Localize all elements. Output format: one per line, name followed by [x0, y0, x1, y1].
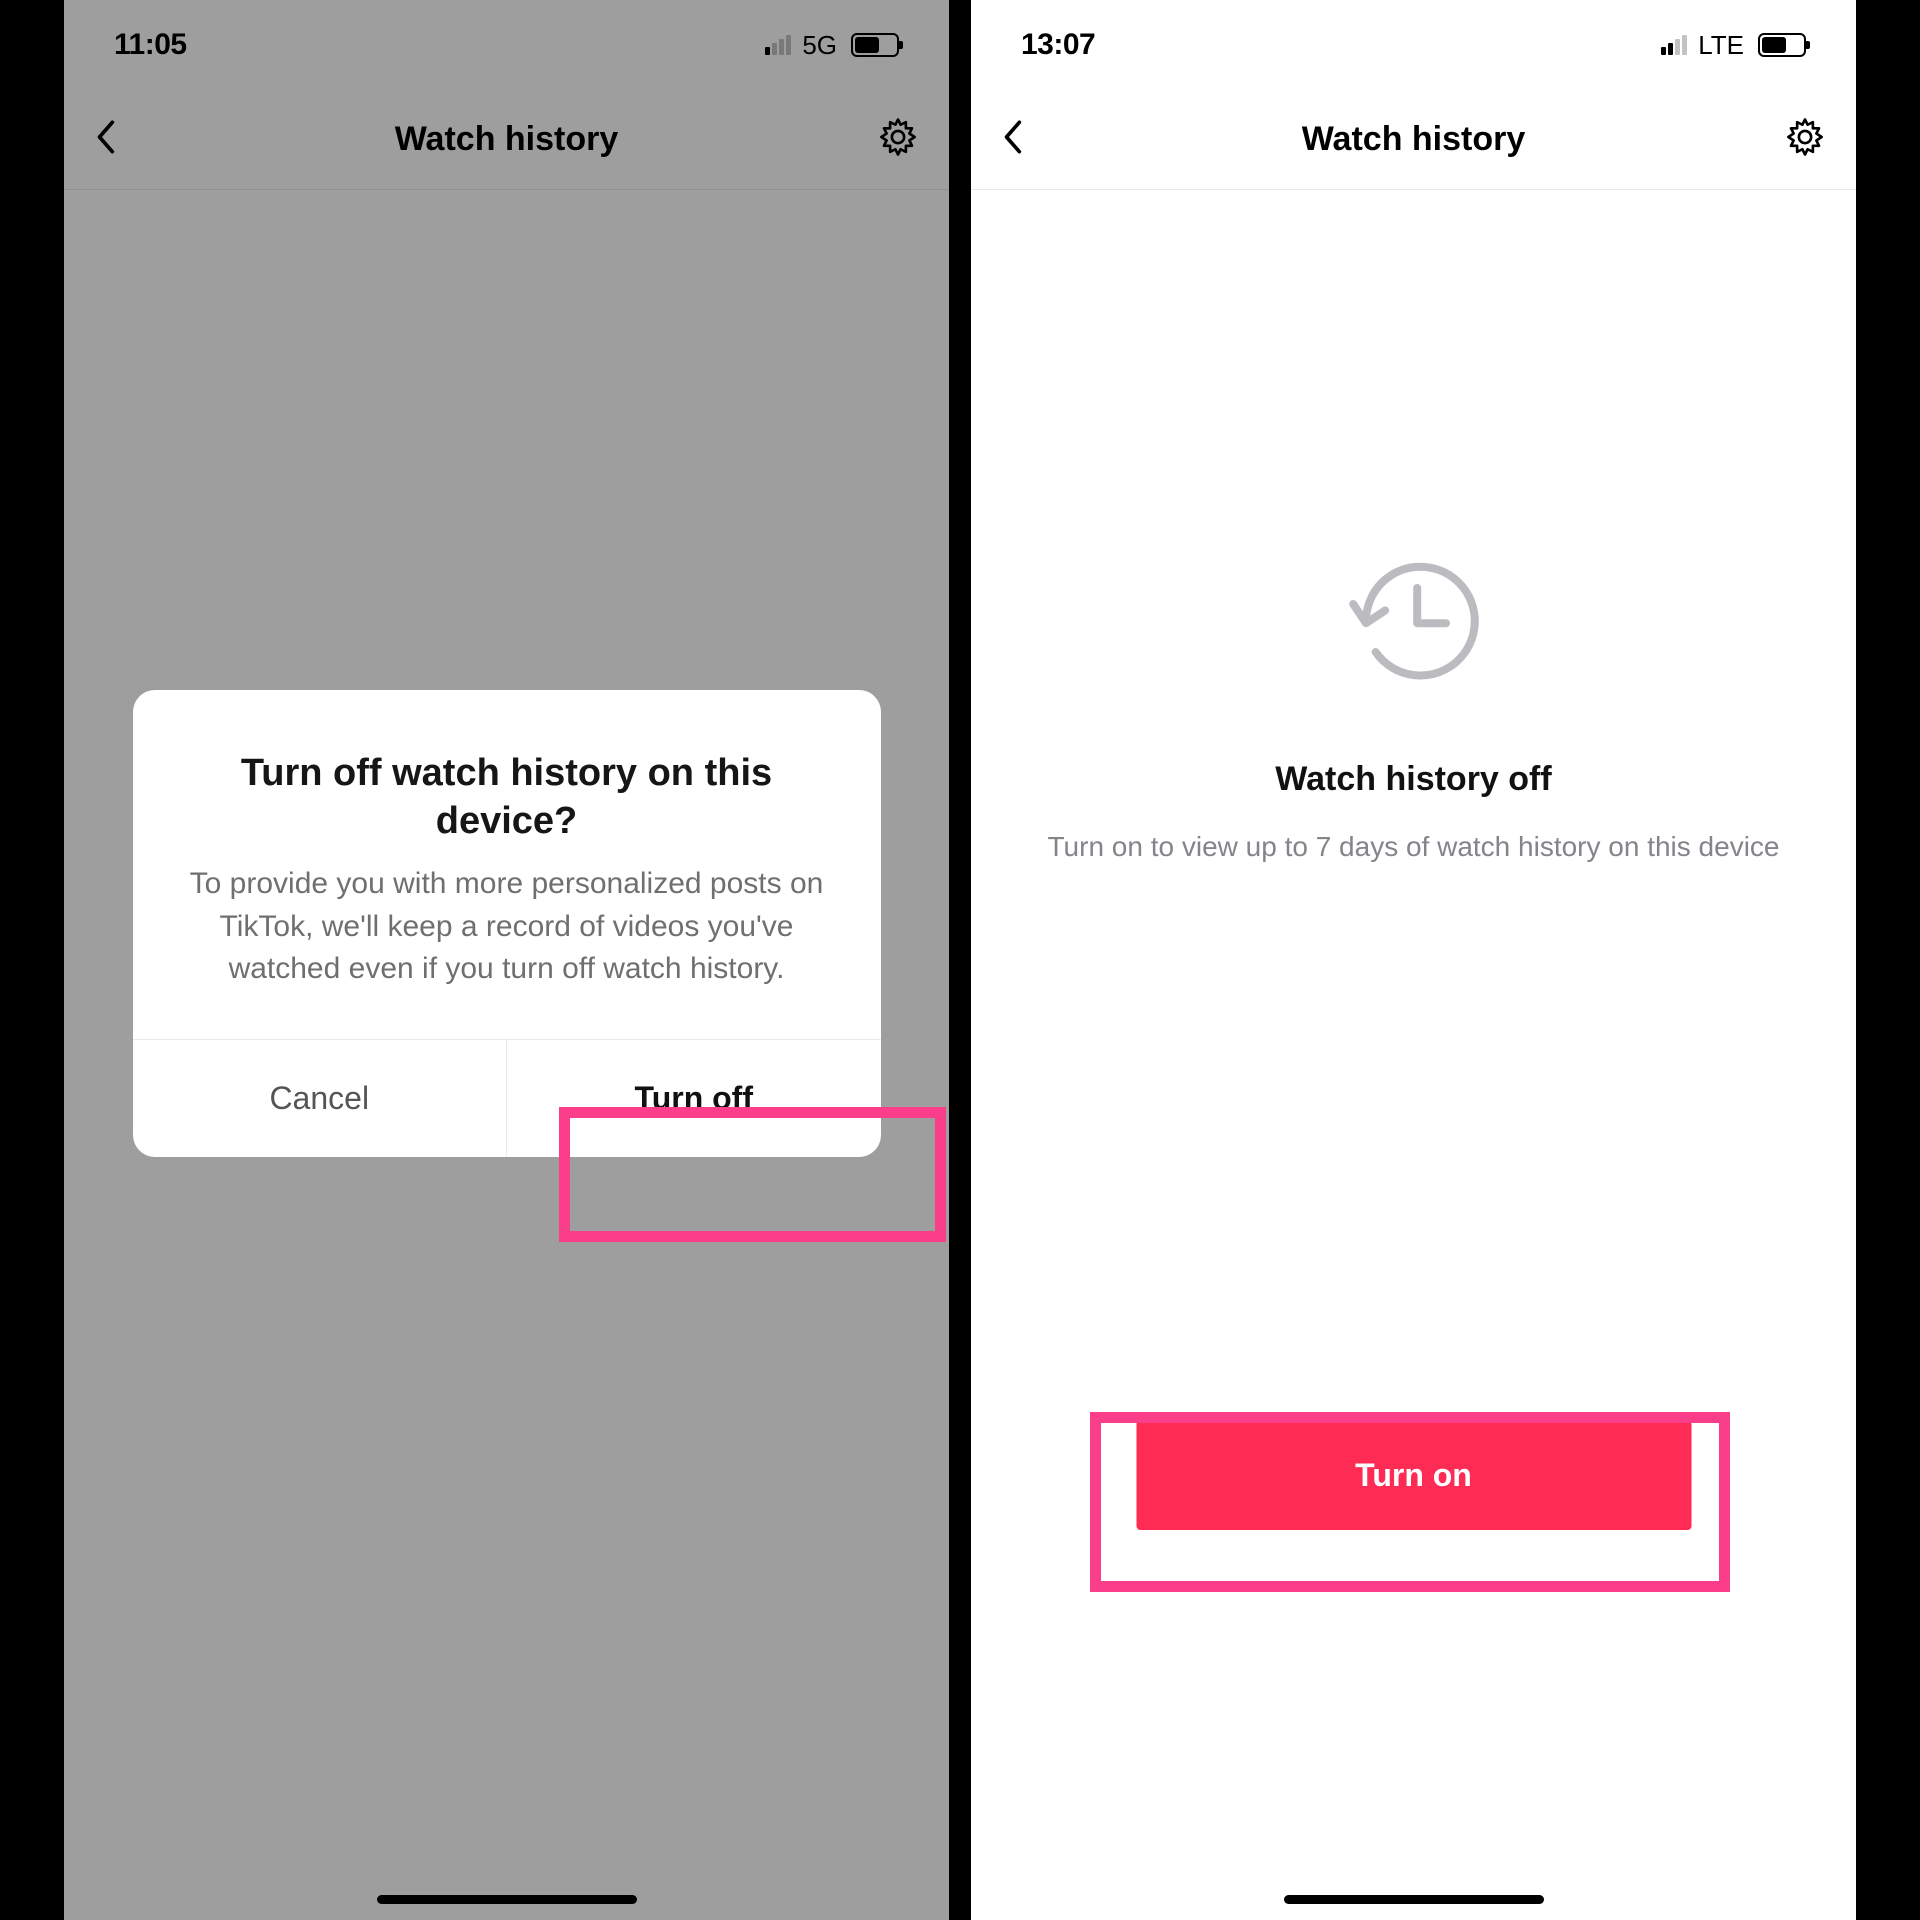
- page-title: Watch history: [971, 120, 1856, 159]
- modal-title: Turn off watch history on this device?: [133, 690, 881, 863]
- modal-button-row: Cancel Turn off: [133, 1039, 881, 1157]
- phone-screenshot-left: 11:05 5G Watch history: [64, 0, 949, 1920]
- turn-off-button[interactable]: Turn off: [507, 1040, 881, 1157]
- signal-icon: [1661, 35, 1687, 55]
- gear-icon: [1784, 116, 1826, 158]
- history-clock-icon: [1334, 540, 1494, 700]
- home-indicator: [377, 1895, 637, 1904]
- back-button[interactable]: [1001, 118, 1023, 161]
- phone-screenshot-right: 13:07 LTE Watch history: [971, 0, 1856, 1920]
- cancel-button[interactable]: Cancel: [133, 1040, 507, 1157]
- status-bar: 13:07 LTE: [971, 0, 1856, 90]
- home-indicator: [1284, 1895, 1544, 1904]
- empty-state: Watch history off Turn on to view up to …: [971, 540, 1856, 868]
- chevron-left-icon: [1001, 118, 1023, 156]
- confirm-modal: Turn off watch history on this device? T…: [133, 690, 881, 1157]
- settings-button[interactable]: [1784, 116, 1826, 163]
- empty-state-subtitle: Turn on to view up to 7 days of watch hi…: [1047, 827, 1779, 868]
- status-time: 13:07: [1021, 28, 1095, 62]
- status-right: LTE: [1661, 30, 1806, 61]
- turn-on-button[interactable]: Turn on: [1136, 1420, 1691, 1530]
- nav-header: Watch history: [971, 90, 1856, 190]
- modal-body: To provide you with more personalized po…: [133, 863, 881, 1039]
- battery-icon: [1758, 33, 1806, 57]
- network-label: LTE: [1698, 30, 1744, 61]
- empty-state-title: Watch history off: [1275, 760, 1551, 799]
